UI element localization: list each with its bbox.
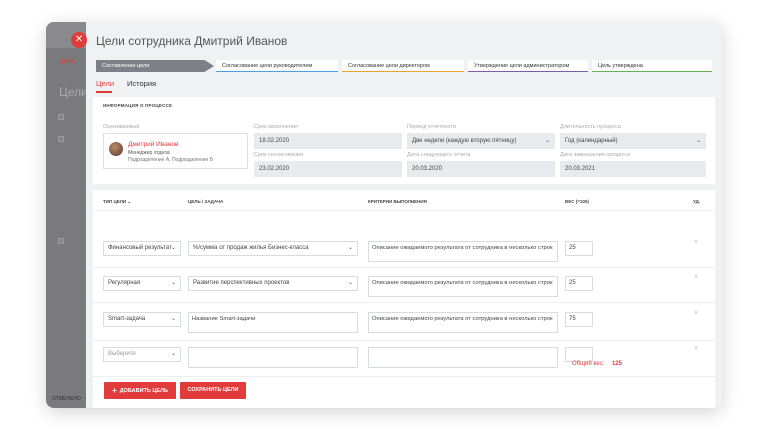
background-checkbox bbox=[58, 136, 64, 142]
criteria-textarea[interactable] bbox=[368, 347, 558, 368]
evaluated-person-card: Дмитрий Иванов Менеджер отдела Подраздел… bbox=[103, 133, 248, 169]
chevron-down-icon: ⌄ bbox=[347, 245, 353, 251]
duration-value: Год (календарный) bbox=[565, 138, 618, 144]
chevron-down-icon: ⌄ bbox=[695, 138, 701, 144]
next-report-field: 20.03.2020 bbox=[407, 161, 555, 177]
avatar bbox=[109, 142, 123, 156]
end-date-field: 20.03.2021 bbox=[560, 161, 706, 177]
weight-input[interactable] bbox=[565, 347, 593, 362]
step-admin-approval: Утверждение цели администратором bbox=[468, 60, 588, 72]
divider bbox=[93, 210, 715, 211]
evaluated-label: Оцениваемый bbox=[103, 124, 140, 130]
delete-row-icon[interactable]: × bbox=[694, 345, 698, 352]
fill-deadline-label: Срок заполнения bbox=[254, 124, 298, 130]
goal-type-select[interactable]: Финансовый результат ⌄ bbox=[103, 241, 181, 256]
screen: Цели Цели ОТМЕНЕНО ✕ Цели сотрудника Дми… bbox=[0, 0, 768, 435]
header-goal: ЦЕЛЬ / ЗАДАЧА bbox=[188, 199, 224, 204]
criteria-textarea[interactable]: Описание ожидаемого результата от сотруд… bbox=[368, 312, 558, 333]
person-name[interactable]: Дмитрий Иванов bbox=[128, 141, 179, 148]
goals-panel: Цели сотрудника Дмитрий Иванов Составлен… bbox=[86, 22, 722, 408]
tab-goals[interactable]: Цели bbox=[96, 79, 114, 88]
chevron-down-icon: ⌄ bbox=[544, 138, 550, 144]
step-director-approval: Согласование цели директором bbox=[342, 60, 464, 72]
goal-type-select[interactable]: Smart-задача ⌄ bbox=[103, 312, 181, 327]
weight-input[interactable]: 25 bbox=[565, 276, 593, 291]
period-value: Две недели (каждую вторую пятницу) bbox=[412, 138, 517, 144]
background-title: Цели bbox=[59, 85, 88, 99]
delete-row-icon[interactable]: × bbox=[694, 310, 698, 317]
app-window: Цели Цели ОТМЕНЕНО ✕ Цели сотрудника Дми… bbox=[46, 22, 722, 408]
header-delete: УД. bbox=[693, 199, 701, 204]
tab-history[interactable]: История bbox=[127, 79, 156, 88]
approval-deadline-label: Срок согласования bbox=[254, 152, 303, 158]
step-drafting: Составление цели bbox=[96, 60, 214, 72]
criteria-textarea[interactable]: Описание ожидаемого результата от сотруд… bbox=[368, 276, 558, 297]
approval-deadline-field: 23.02.2020 bbox=[254, 161, 402, 177]
chevron-down-icon: ⌄ bbox=[127, 199, 132, 204]
header-criteria: КРИТЕРИИ ВЫПОЛНЕНИЯ bbox=[368, 199, 427, 204]
step-manager-approval: Согласование цели руководителем bbox=[216, 60, 338, 72]
total-weight-value: 125 bbox=[612, 361, 623, 367]
tab-active-indicator bbox=[96, 91, 112, 93]
background-tab: Цели bbox=[59, 59, 74, 65]
criteria-textarea[interactable]: Описание ожидаемого результата от сотруд… bbox=[368, 241, 558, 262]
end-date-label: Дата завершения процесса bbox=[560, 152, 631, 158]
divider bbox=[93, 302, 715, 303]
background-checkbox bbox=[58, 238, 64, 244]
save-goals-button[interactable]: СОХРАНИТЬ ЦЕЛИ bbox=[180, 382, 246, 399]
panel-title: Цели сотрудника Дмитрий Иванов bbox=[96, 34, 288, 48]
goal-input[interactable] bbox=[188, 347, 358, 368]
close-icon[interactable]: ✕ bbox=[71, 32, 87, 48]
goal-select[interactable]: %/сумма от продаж жилья Бизнес-класса ⌄ bbox=[188, 241, 358, 256]
fill-deadline-field: 18.02.2020 bbox=[254, 133, 402, 149]
duration-select[interactable]: Год (календарный) ⌄ bbox=[560, 133, 706, 149]
step-approved: Цель утверждена bbox=[592, 60, 712, 72]
header-type[interactable]: ТИП ЦЕЛИ ⌄ bbox=[103, 199, 131, 205]
duration-label: Длительность процесса bbox=[560, 124, 621, 130]
chevron-down-icon: ⌄ bbox=[347, 280, 353, 286]
weight-input[interactable]: 75 bbox=[565, 312, 593, 327]
background-status: ОТМЕНЕНО bbox=[52, 396, 81, 402]
goals-table: ТИП ЦЕЛИ ⌄ ЦЕЛЬ / ЗАДАЧА КРИТЕРИИ ВЫПОЛН… bbox=[93, 190, 715, 376]
background-checkbox bbox=[58, 114, 64, 120]
goal-type-select[interactable]: Регулярная ⌄ bbox=[103, 276, 181, 291]
total-weight-label: Общий вес: bbox=[572, 361, 605, 367]
add-goal-button[interactable]: + ДОБАВИТЬ ЦЕЛЬ bbox=[104, 382, 176, 399]
process-info-card: ИНФОРМАЦИЯ О ПРОЦЕССЕ Оцениваемый Дмитри… bbox=[93, 97, 715, 184]
goal-select[interactable]: Развитие перспективных проектов ⌄ bbox=[188, 276, 358, 291]
background-page: Цели Цели ОТМЕНЕНО bbox=[46, 22, 88, 408]
next-report-label: Дата следующего отчета bbox=[407, 152, 471, 158]
process-steps: Составление цели Согласование цели руков… bbox=[96, 60, 716, 72]
divider bbox=[93, 267, 715, 268]
goal-input[interactable]: Название Smart-задачи bbox=[188, 312, 358, 333]
chevron-down-icon: ⌄ bbox=[170, 351, 176, 357]
header-weight: ВЕС (=100) bbox=[565, 199, 589, 204]
person-department: Подразделение А, Подразделение Б bbox=[128, 157, 214, 163]
weight-input[interactable]: 25 bbox=[565, 241, 593, 256]
chevron-down-icon: ⌄ bbox=[170, 280, 176, 286]
goal-type-select[interactable]: Выберите ⌄ bbox=[103, 347, 181, 362]
divider bbox=[93, 340, 715, 341]
divider bbox=[93, 376, 715, 377]
process-info-title: ИНФОРМАЦИЯ О ПРОЦЕССЕ bbox=[103, 103, 173, 108]
chevron-down-icon: ⌄ bbox=[170, 245, 176, 251]
person-role: Менеджер отдела bbox=[128, 150, 170, 156]
chevron-down-icon: ⌄ bbox=[170, 316, 176, 322]
period-label: Период отчетности bbox=[407, 124, 456, 130]
delete-row-icon[interactable]: × bbox=[694, 239, 698, 246]
plus-icon: + bbox=[112, 386, 117, 395]
period-select[interactable]: Две недели (каждую вторую пятницу) ⌄ bbox=[407, 133, 555, 149]
delete-row-icon[interactable]: × bbox=[694, 274, 698, 281]
